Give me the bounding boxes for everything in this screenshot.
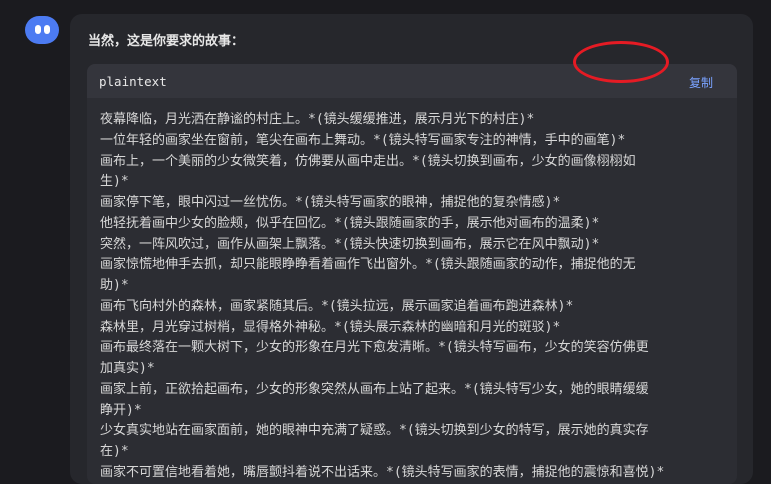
avatar-right-eye	[44, 25, 50, 34]
code-body: 夜幕降临，月光洒在静谧的村庄上。*(镜头缓缓推进，展示月光下的村庄)*一位年轻的…	[100, 110, 720, 484]
code-line: 生)*	[100, 172, 720, 193]
code-line: 画家不可置信地看着她，嘴唇颤抖着说不出话来。*(镜头特写画家的表情，捕捉他的震惊…	[100, 463, 720, 484]
code-line: 画布飞向村外的森林，画家紧随其后。*(镜头拉远，展示画家追着画布跑进森林)*	[100, 297, 720, 318]
code-line: 加真实)*	[100, 359, 720, 380]
code-line: 一位年轻的画家坐在窗前，笔尖在画布上舞动。*(镜头特写画家专注的神情，手中的画笔…	[100, 131, 720, 152]
code-line: 突然，一阵风吹过，画作从画架上飘落。*(镜头快速切换到画布，展示它在风中飘动)*	[100, 235, 720, 256]
code-line: 画家上前，正欲拾起画布，少女的形象突然从画布上站了起来。*(镜头特写少女，她的眼…	[100, 380, 720, 401]
code-line: 睁开)*	[100, 401, 720, 422]
code-line: 画家惊慌地伸手去抓，却只能眼睁睁看着画作飞出窗外。*(镜头跟随画家的动作，捕捉他…	[100, 255, 720, 276]
assistant-message: 当然，这是你要求的故事： plaintext 复制 夜幕降临，月光洒在静谧的村庄…	[70, 14, 753, 484]
code-line: 森林里，月光穿过树梢，显得格外神秘。*(镜头展示森林的幽暗和月光的斑驳)*	[100, 318, 720, 339]
code-line: 夜幕降临，月光洒在静谧的村庄上。*(镜头缓缓推进，展示月光下的村庄)*	[100, 110, 720, 131]
code-line: 他轻抚着画中少女的脸颊，似乎在回忆。*(镜头跟随画家的手，展示他对画布的温柔)*	[100, 214, 720, 235]
code-line: 画家停下笔，眼中闪过一丝忧伤。*(镜头特写画家的眼神，捕捉他的复杂情感)*	[100, 193, 720, 214]
code-line: 在)*	[100, 442, 720, 463]
assistant-avatar	[25, 16, 59, 44]
code-line: 少女真实地站在画家面前，她的眼神中充满了疑惑。*(镜头切换到少女的特写，展示她的…	[100, 421, 720, 442]
code-block: plaintext 复制 夜幕降临，月光洒在静谧的村庄上。*(镜头缓缓推进，展示…	[87, 64, 737, 484]
code-language-label: plaintext	[99, 74, 167, 89]
copy-button-highlight-circle	[573, 41, 669, 83]
message-intro: 当然，这是你要求的故事：	[88, 30, 244, 49]
code-line: 画布最终落在一颗大树下，少女的形象在月光下愈发清晰。*(镜头特写画布，少女的笑容…	[100, 338, 720, 359]
code-line: 画布上，一个美丽的少女微笑着，仿佛要从画中走出。*(镜头切换到画布，少女的画像栩…	[100, 152, 720, 173]
copy-button[interactable]: 复制	[689, 74, 713, 91]
code-line: 助)*	[100, 276, 720, 297]
avatar-left-eye	[35, 25, 41, 34]
